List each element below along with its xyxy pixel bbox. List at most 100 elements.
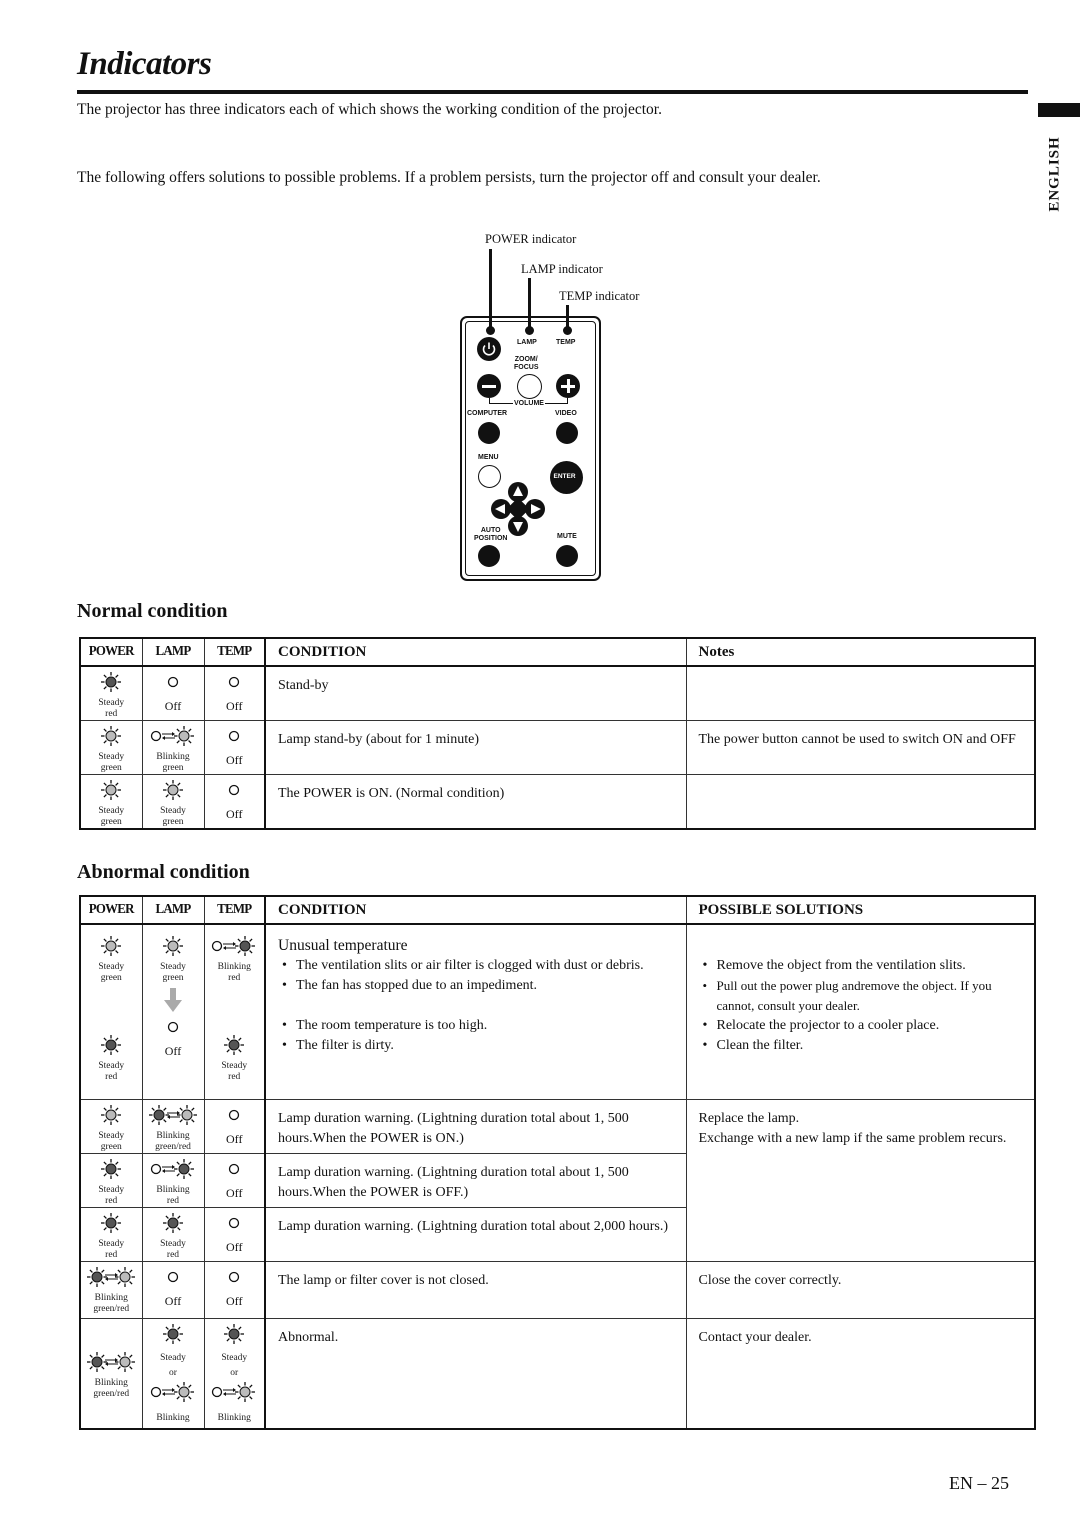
lamp-state: Blinking green/red bbox=[141, 1098, 205, 1154]
notes-cell: The power button cannot be used to switc… bbox=[685, 720, 1036, 775]
power-header: POWER bbox=[82, 637, 140, 667]
led-off-icon bbox=[223, 1266, 245, 1293]
temp-header: TEMP bbox=[205, 637, 264, 667]
led-off-icon bbox=[223, 779, 245, 806]
video-button[interactable] bbox=[556, 422, 578, 444]
solutions-header: POSSIBLE SOLUTIONS bbox=[685, 895, 1036, 925]
table-row: Steady green Blinking green/red Off Lamp d… bbox=[79, 1098, 1036, 1262]
list-item: The fan has stopped due to an impediment… bbox=[278, 976, 674, 996]
condition-cell: Lamp stand-by (about for 1 minute) bbox=[264, 720, 687, 775]
list-item: Remove the object from the ventilation s… bbox=[699, 956, 1023, 976]
led-blinking-green-red-icon bbox=[148, 1104, 198, 1131]
led-blinking-red-icon bbox=[211, 935, 257, 962]
computer-button[interactable] bbox=[478, 422, 500, 444]
solution-line: Replace the lamp. bbox=[698, 1110, 800, 1126]
temp-state: Off bbox=[203, 1260, 266, 1319]
temp-state: Off bbox=[203, 1098, 266, 1154]
power-state: Steady red bbox=[79, 1206, 143, 1262]
temp-state: Off bbox=[203, 774, 266, 830]
table-row: Steady green Steady red Steady green Off Bl… bbox=[79, 923, 1036, 1100]
table-header-row: POWER LAMP TEMP CONDITION POSSIBLE SOLUT… bbox=[80, 895, 1036, 925]
abnormal-condition-table: POWER LAMP TEMP CONDITION POSSIBLE SOLUT… bbox=[79, 895, 1036, 1430]
mute-button[interactable] bbox=[556, 545, 578, 567]
condition-cell: Stand-by bbox=[264, 665, 687, 721]
page-number: EN – 25 bbox=[949, 1473, 1009, 1493]
led-steady-green-icon bbox=[100, 1104, 122, 1131]
remote-mute-label: MUTE bbox=[557, 533, 577, 540]
table-row: Steady red Off Off Stand-by bbox=[79, 665, 1036, 721]
power-state: Steady red bbox=[79, 1152, 143, 1208]
led-off-icon bbox=[162, 1016, 184, 1043]
condition-cell: The POWER is ON. (Normal condition) bbox=[264, 774, 687, 830]
table-row: Blinking green/red Off Off The lamp or fi… bbox=[79, 1260, 1036, 1319]
volume-up-button[interactable] bbox=[556, 374, 580, 398]
table-row: Steady green Steady green Off The POWER is… bbox=[79, 774, 1036, 830]
condition-title: Unusual temperature bbox=[278, 937, 408, 954]
auto-position-button[interactable] bbox=[478, 545, 500, 567]
list-item: The filter is dirty. bbox=[278, 1036, 674, 1056]
led-steady-green-icon bbox=[100, 779, 122, 806]
led-off-icon bbox=[223, 1212, 245, 1239]
led-steady-red-icon bbox=[162, 1212, 184, 1239]
table-row: Blinking green/red Steady or Blinking Ste… bbox=[79, 1317, 1036, 1429]
normal-condition-heading: Normal condition bbox=[77, 600, 228, 622]
led-steady-red-icon bbox=[100, 1158, 122, 1185]
led-blinking-green-red-icon bbox=[86, 1266, 136, 1293]
lamp-state: Steady green bbox=[141, 774, 205, 830]
lamp-state: Steady red bbox=[141, 1206, 205, 1262]
solutions-cell: Remove the object from the ventilation s… bbox=[685, 923, 1036, 1100]
led-steady-red-icon bbox=[223, 1323, 245, 1350]
lamp-header: LAMP bbox=[144, 637, 202, 667]
language-tab-label: ENGLISH bbox=[1045, 126, 1065, 221]
temp-state: Off bbox=[203, 720, 266, 775]
lamp-indicator-led bbox=[525, 326, 534, 335]
language-tab-marker bbox=[1038, 103, 1080, 117]
notes-cell bbox=[685, 774, 1036, 830]
zoom-focus-button[interactable] bbox=[517, 374, 542, 399]
condition-cell: Abnormal. bbox=[264, 1317, 687, 1429]
led-steady-green-icon bbox=[162, 935, 184, 962]
list-item: Relocate the projector to a cooler place… bbox=[699, 1016, 1023, 1036]
remote-menu-label: MENU bbox=[478, 454, 499, 461]
power-button[interactable] bbox=[477, 337, 501, 361]
condition-cell: The lamp or filter cover is not closed. bbox=[264, 1260, 687, 1319]
notes-header: Notes bbox=[685, 637, 1036, 667]
temp-state: Off bbox=[203, 1152, 266, 1208]
led-off-icon bbox=[223, 1158, 245, 1185]
arrow-down-icon bbox=[164, 988, 182, 1012]
remote-video-label: VIDEO bbox=[555, 410, 577, 417]
condition-cell: Lamp duration warning. (Lightning durati… bbox=[264, 1206, 687, 1262]
language-label-text: ENGLISH bbox=[1046, 135, 1063, 212]
remote-computer-label: COMPUTER bbox=[467, 410, 508, 417]
led-off-icon bbox=[223, 1104, 245, 1131]
led-off-icon bbox=[223, 671, 245, 698]
led-steady-red-icon bbox=[100, 1212, 122, 1239]
lamp-indicator-callout: LAMP indicator bbox=[521, 262, 603, 276]
list-item: The ventilation slits or air filter is c… bbox=[278, 956, 674, 976]
temp-state: Off bbox=[203, 1206, 266, 1262]
remote-auto-position-label: AUTO POSITION bbox=[474, 527, 508, 542]
lamp-state: Blinking green bbox=[141, 720, 205, 775]
led-steady-green-icon bbox=[100, 725, 122, 752]
led-steady-green-icon bbox=[162, 779, 184, 806]
condition-header: CONDITION bbox=[264, 637, 687, 667]
volume-down-button[interactable] bbox=[477, 374, 501, 398]
remote-zoom-focus-label: ZOOM/ FOCUS bbox=[514, 356, 539, 371]
lamp-state: Off bbox=[141, 1260, 205, 1319]
led-blinking-icon bbox=[211, 1381, 257, 1408]
enter-button[interactable]: ENTER bbox=[550, 461, 583, 494]
list-item: The room temperature is too high. bbox=[278, 1016, 674, 1036]
lamp-state: Steady green Off bbox=[141, 923, 205, 1100]
led-steady-red-icon bbox=[100, 671, 122, 698]
power-state: Steady green bbox=[79, 774, 143, 830]
led-blinking-green-icon bbox=[150, 725, 196, 752]
led-blinking-green-red-icon bbox=[86, 1351, 136, 1378]
page-title: Indicators bbox=[77, 46, 212, 82]
power-indicator-led bbox=[486, 326, 495, 335]
solutions-cell: Replace the lamp. Exchange with a new la… bbox=[685, 1098, 1036, 1262]
lamp-state: Steady or Blinking bbox=[141, 1317, 205, 1429]
title-rule bbox=[77, 90, 1028, 94]
power-state: Blinking green/red bbox=[79, 1260, 143, 1319]
minus-icon bbox=[482, 384, 496, 388]
notes-cell bbox=[685, 665, 1036, 721]
